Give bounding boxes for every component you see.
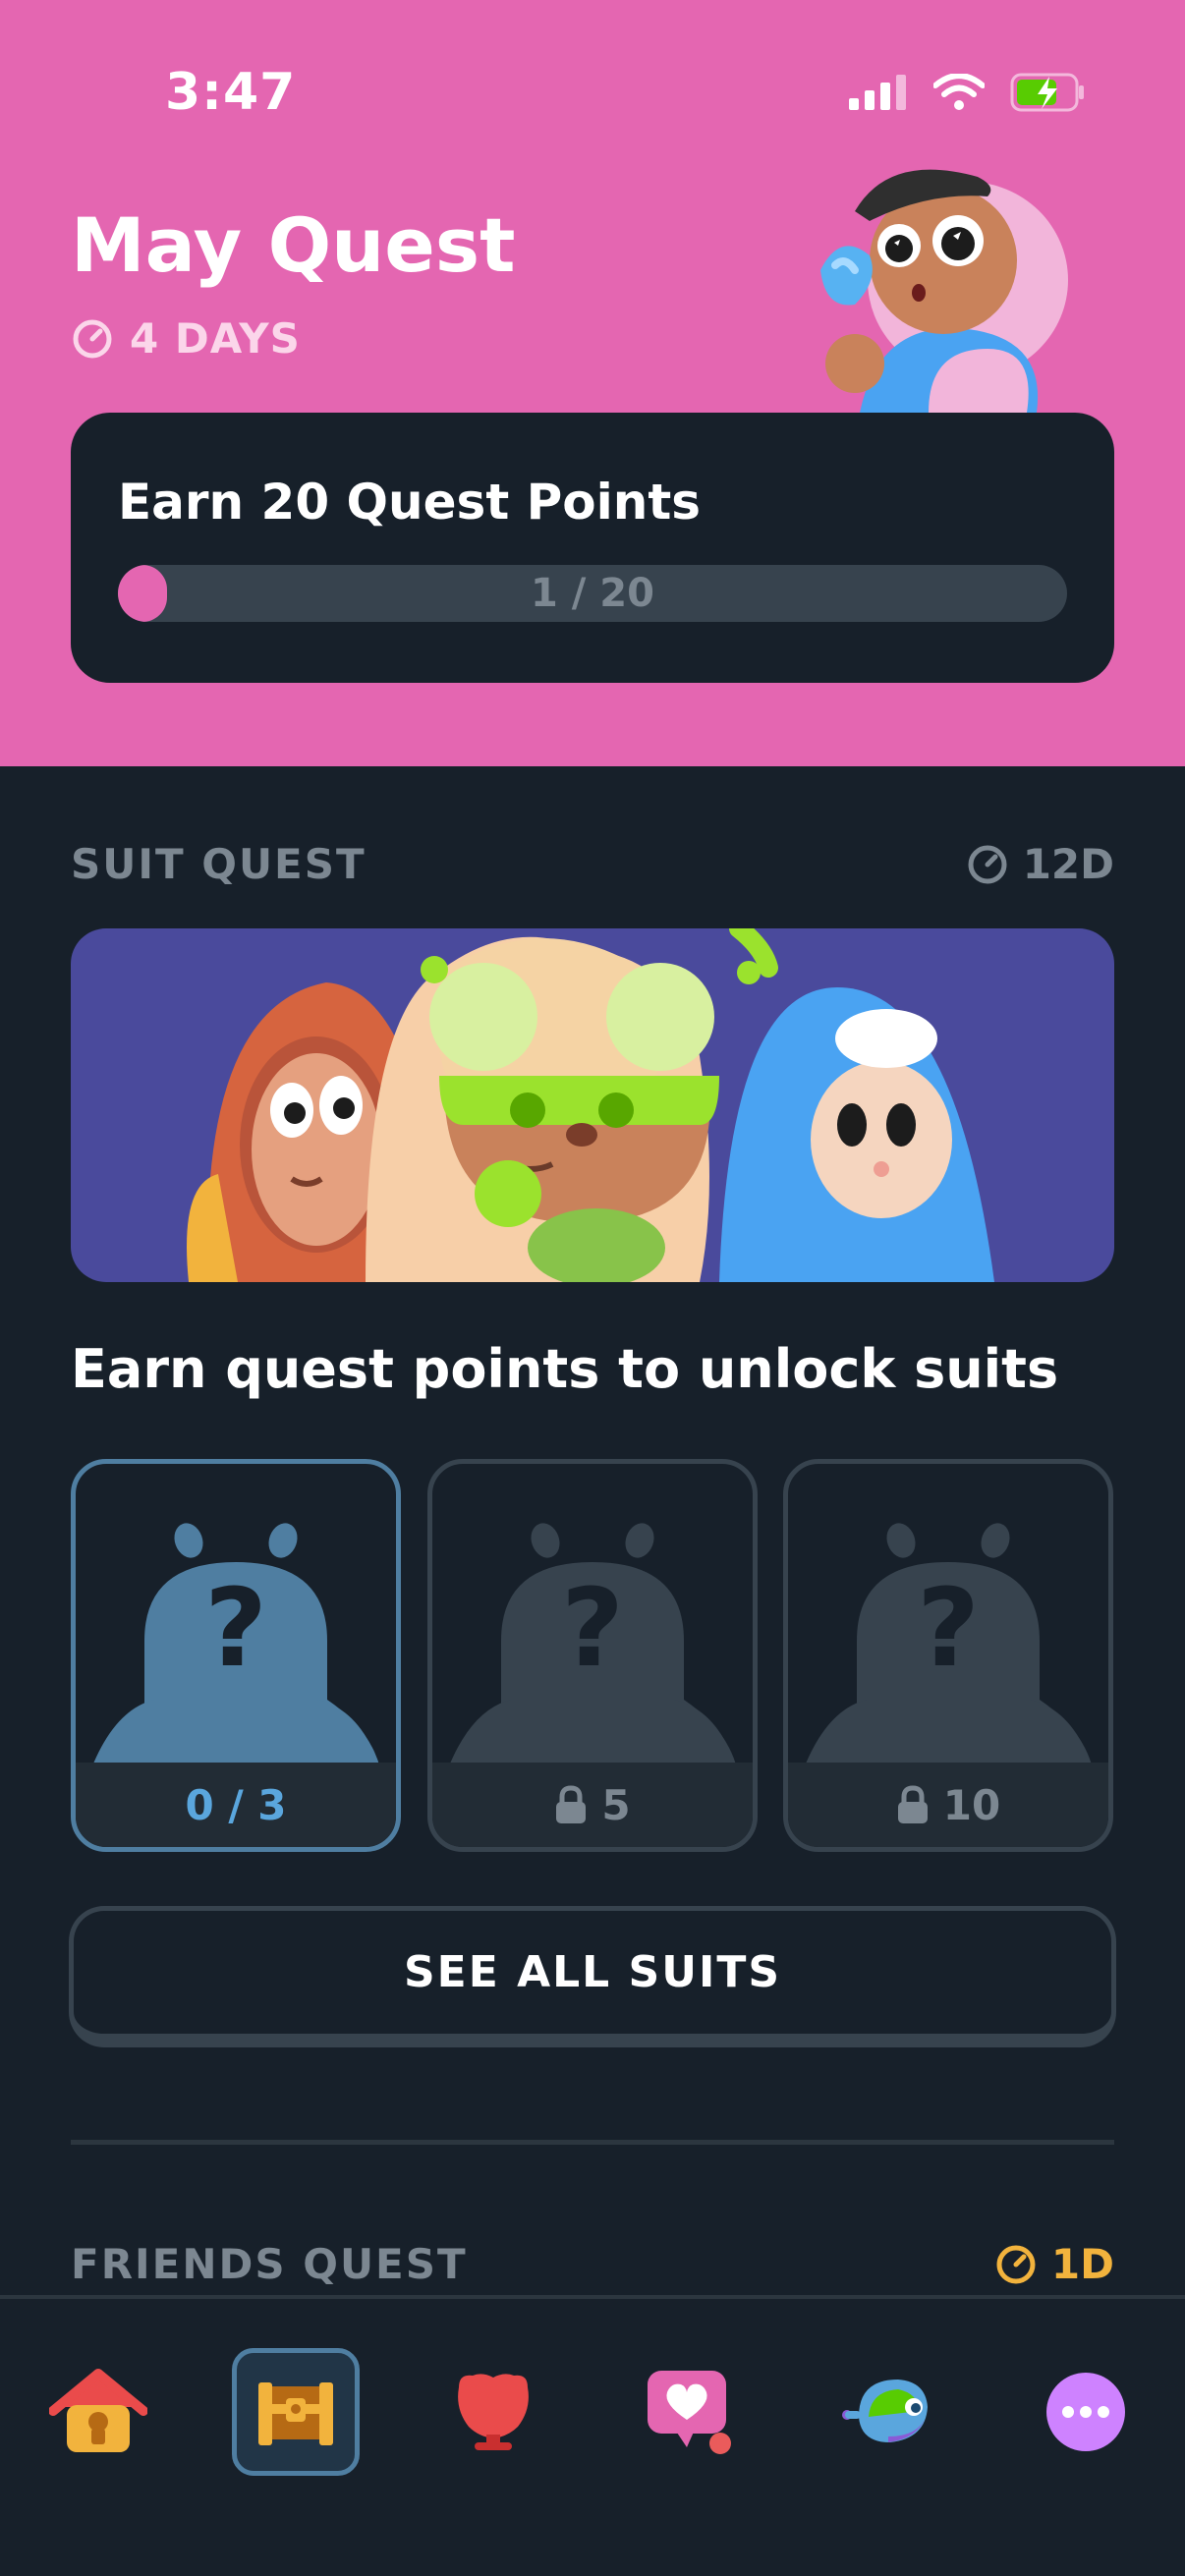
quests-tab[interactable]: [232, 2348, 360, 2476]
battery-charging-icon: [1010, 73, 1084, 112]
heart-chat-icon: [648, 2371, 731, 2454]
quest-days-left: 4 DAYS: [71, 314, 301, 363]
suit-card-footer: 5: [432, 1763, 753, 1847]
home-tab[interactable]: [34, 2348, 162, 2476]
house-icon: [49, 2369, 147, 2452]
suit-quest-label: SUIT QUEST: [71, 840, 367, 888]
suit-quest-time-text: 12D: [1022, 840, 1114, 888]
bottom-tab-bar: [0, 2295, 1185, 2576]
timer-icon: [996, 2245, 1036, 2283]
timer-icon: [968, 845, 1007, 883]
suit-quest-subtitle: Earn quest points to unlock suits: [71, 1338, 1059, 1400]
mystery-suit-icon: ?: [448, 1523, 737, 1768]
quest-card-title: Earn 20 Quest Points: [118, 474, 702, 531]
suit-card-2[interactable]: ? 5: [427, 1459, 758, 1852]
suit-card-1[interactable]: ? 0 / 3: [71, 1459, 401, 1852]
trophy-icon: [458, 2374, 529, 2450]
character-illustration: [820, 169, 1068, 413]
suit-unlock-points: 5: [601, 1780, 631, 1829]
mystery-suit-icon: ?: [91, 1523, 380, 1768]
friends-quest-time: 1D: [994, 2240, 1114, 2288]
suit-characters-illustration: [187, 928, 994, 1282]
bird-icon: [842, 2380, 928, 2442]
monthly-quest-card[interactable]: Earn 20 Quest Points 1 / 20: [71, 413, 1114, 683]
svg-text:?: ?: [561, 1565, 624, 1691]
treasure-chest-icon: [258, 2382, 333, 2445]
suit-card-footer: 0 / 3: [76, 1763, 396, 1847]
wifi-icon: [933, 74, 985, 110]
suit-quest-time: 12D: [966, 840, 1114, 888]
status-time: 3:47: [165, 63, 297, 122]
mystery-suit-icon: ?: [804, 1523, 1093, 1768]
lock-icon: [556, 1785, 587, 1823]
status-icons: [849, 73, 1087, 112]
days-left-text: 4 DAYS: [130, 314, 301, 363]
section-divider: [71, 2140, 1114, 2145]
shop-tab[interactable]: [824, 2348, 952, 2476]
quest-header: 3:47 May Quest 4 DAYS Earn 20 Quest Poin…: [0, 0, 1185, 766]
timer-icon: [73, 319, 112, 358]
friends-tab[interactable]: [627, 2348, 755, 2476]
suit-progress-text: 0 / 3: [185, 1780, 287, 1829]
svg-text:?: ?: [917, 1565, 980, 1691]
suit-card-3[interactable]: ? 10: [783, 1459, 1113, 1852]
friends-quest-time-text: 1D: [1050, 2240, 1114, 2288]
more-icon: [1046, 2373, 1125, 2451]
quest-progress-text: 1 / 20: [531, 571, 654, 616]
svg-text:?: ?: [204, 1565, 267, 1691]
see-all-suits-button[interactable]: SEE ALL SUITS: [69, 1906, 1116, 2047]
suit-card-footer: 10: [788, 1763, 1108, 1847]
friends-quest-label: FRIENDS QUEST: [71, 2240, 468, 2288]
page-title: May Quest: [71, 201, 516, 289]
suit-unlock-points: 10: [942, 1780, 1001, 1829]
quest-progress-bar: 1 / 20: [118, 565, 1067, 622]
suit-quest-banner: [71, 928, 1114, 1282]
leagues-tab[interactable]: [429, 2348, 557, 2476]
lock-icon: [897, 1785, 928, 1823]
more-tab[interactable]: [1022, 2348, 1150, 2476]
signal-icon: [849, 75, 906, 110]
